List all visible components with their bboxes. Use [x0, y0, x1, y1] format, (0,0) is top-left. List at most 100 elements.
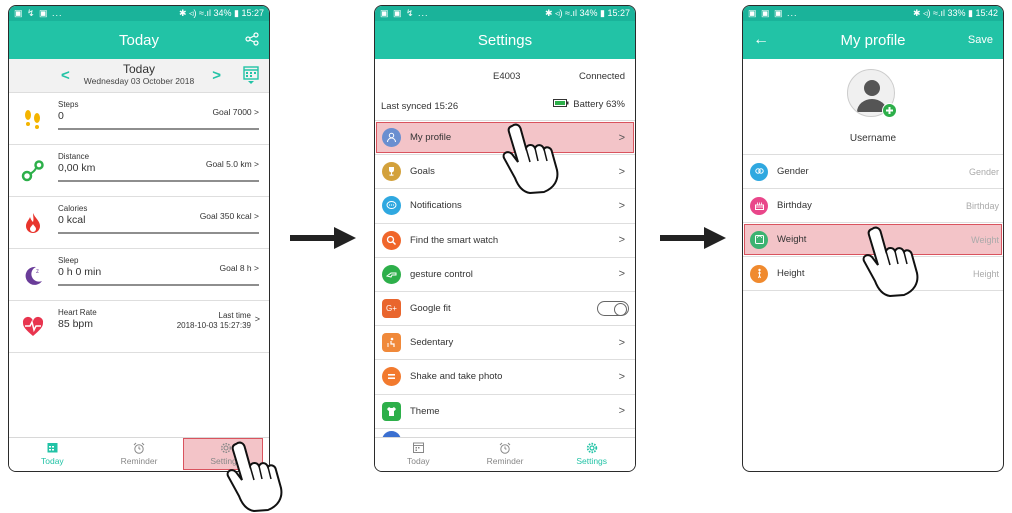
metric-name: Sleep	[58, 256, 79, 265]
progress-bar	[58, 180, 259, 182]
metric-value: 85 bpm	[58, 318, 94, 330]
steps-card[interactable]: Steps 0 Goal 7000 >	[9, 93, 269, 145]
status-right: ✱ ◃) ≈.ıl 34% ▮ 15:27	[179, 8, 264, 18]
nav-label: Today	[40, 456, 64, 466]
nav-reminder[interactable]: Reminder	[462, 438, 549, 471]
settings-label: Sedentary	[410, 337, 454, 349]
settings-row-theme[interactable]: Theme >	[375, 395, 635, 429]
heart-rate-card[interactable]: Heart Rate 85 bpm Last time 2018-10-03 1…	[9, 301, 269, 353]
bottom-nav: Today Reminder Settings	[375, 437, 635, 471]
nav-reminder[interactable]: Reminder	[96, 438, 183, 471]
chevron-right-icon: >	[618, 131, 625, 144]
last-time-value: 2018-10-03 15:27:39	[176, 321, 251, 330]
gender-icon	[750, 162, 768, 181]
progress-bar	[58, 232, 259, 234]
settings-row-find-watch[interactable]: Find the smart watch >	[375, 224, 635, 258]
nav-label: Reminder	[120, 456, 158, 466]
profile-header: Username	[743, 59, 1003, 155]
nav-today[interactable]: Today	[9, 438, 96, 471]
phone-settings-screen: ▣ ▣ ↯ ... ✱ ◃) ≈.ıl 34% ▮ 15:27 Settings…	[374, 5, 636, 472]
sleep-card[interactable]: z Sleep 0 h 0 min Goal 8 h >	[9, 249, 269, 301]
username: Username	[849, 133, 897, 144]
google-plus-icon: G+	[382, 299, 401, 319]
chevron-right-icon: >	[618, 268, 625, 281]
date-title: Today	[122, 62, 156, 76]
metric-name: Heart Rate	[58, 308, 97, 317]
alarm-clock-icon	[96, 442, 183, 456]
chevron-right-icon: >	[618, 199, 625, 212]
scale-icon	[750, 230, 768, 249]
profile-label: Gender	[777, 166, 809, 177]
settings-label: Goals	[410, 166, 435, 178]
status-left: ▣ ▣ ▣ ...	[748, 8, 798, 18]
person-icon	[382, 128, 401, 148]
tshirt-icon	[382, 401, 401, 421]
status-bar: ▣ ↯ ▣ ... ✱ ◃) ≈.ıl 34% ▮ 15:27	[9, 6, 269, 21]
nav-settings[interactable]: Settings	[548, 438, 635, 471]
calendar-icon[interactable]	[243, 65, 259, 90]
add-photo-icon[interactable]	[882, 103, 897, 123]
settings-label: gesture control	[410, 268, 473, 280]
connection-status: Connected	[579, 71, 625, 82]
date-subtitle: Wednesday 03 October 2018	[83, 76, 195, 86]
cake-icon	[750, 196, 768, 215]
settings-label: My profile	[410, 132, 452, 144]
metric-value: 0,00 km	[58, 162, 96, 174]
pointing-hand-icon	[860, 225, 930, 302]
prev-day-button[interactable]: <	[61, 67, 70, 84]
distance-card[interactable]: Distance 0,00 km Goal 5.0 km >	[9, 145, 269, 197]
pointing-hand-icon	[500, 122, 570, 199]
svg-text:z: z	[36, 269, 39, 275]
chevron-right-icon: >	[618, 370, 625, 383]
calories-card[interactable]: Calories 0 kcal Goal 350 kcal >	[9, 197, 269, 249]
profile-value: Height	[972, 268, 999, 279]
app-title-bar: Settings	[375, 21, 635, 59]
google-fit-toggle[interactable]	[597, 301, 629, 317]
profile-row-gender[interactable]: Gender Gender	[743, 155, 1003, 189]
metric-goal: Goal 5.0 km >	[205, 159, 259, 169]
app-title-bar: Today	[9, 21, 269, 59]
profile-value: Weight	[971, 234, 999, 245]
settings-row-gesture-control[interactable]: gesture control >	[375, 258, 635, 292]
metric-value: 0 kcal	[58, 214, 86, 226]
calendar-icon	[375, 442, 462, 456]
battery-icon	[553, 99, 569, 110]
settings-row-google-fit[interactable]: G+ Google fit	[375, 292, 635, 327]
footsteps-icon	[21, 107, 45, 131]
status-bar: ▣ ▣ ↯ ... ✱ ◃) ≈.ıl 34% ▮ 15:27	[375, 6, 635, 21]
back-arrow-icon[interactable]: ←	[753, 31, 769, 49]
metric-goal: Goal 8 h >	[219, 263, 259, 273]
heart-pulse-icon	[21, 315, 45, 339]
profile-label: Weight	[777, 234, 807, 245]
share-icon[interactable]	[245, 31, 259, 49]
last-time-label: Last time 2018-10-03 15:27:39	[177, 311, 251, 331]
phone-today-screen: ▣ ↯ ▣ ... ✱ ◃) ≈.ıl 34% ▮ 15:27 Today < …	[8, 5, 270, 472]
pointing-hand-icon	[224, 440, 294, 513]
nav-label: Reminder	[486, 456, 524, 466]
chevron-right-icon: >	[618, 405, 625, 418]
metric-name: Distance	[58, 152, 90, 161]
progress-bar	[58, 128, 259, 130]
chevron-right-icon: >	[618, 336, 625, 349]
chevron-right-icon: >	[618, 165, 625, 178]
save-button[interactable]: Save	[968, 34, 993, 46]
profile-row-birthday[interactable]: Birthday Birthday	[743, 189, 1003, 223]
nav-today[interactable]: Today	[375, 438, 462, 471]
flame-icon	[21, 211, 45, 235]
trophy-icon	[382, 162, 401, 182]
progress-bar	[58, 284, 259, 286]
settings-row-sedentary[interactable]: Sedentary >	[375, 326, 635, 361]
profile-value: Gender	[968, 166, 999, 177]
battery-label: Battery 63%	[573, 99, 625, 111]
height-icon	[750, 264, 768, 283]
profile-value: Birthday	[965, 200, 999, 211]
distance-icon	[21, 159, 45, 183]
shake-icon	[382, 367, 401, 387]
page-title: My profile	[840, 31, 906, 49]
status-bar: ▣ ▣ ▣ ... ✱ ◃) ≈.ıl 33% ▮ 15:42	[743, 6, 1003, 21]
next-day-button[interactable]: >	[212, 67, 221, 84]
hand-gesture-icon	[382, 264, 401, 284]
settings-label: Shake and take photo	[410, 371, 503, 383]
settings-row-shake-photo[interactable]: Shake and take photo >	[375, 360, 635, 395]
settings-label: Google fit	[410, 303, 451, 315]
